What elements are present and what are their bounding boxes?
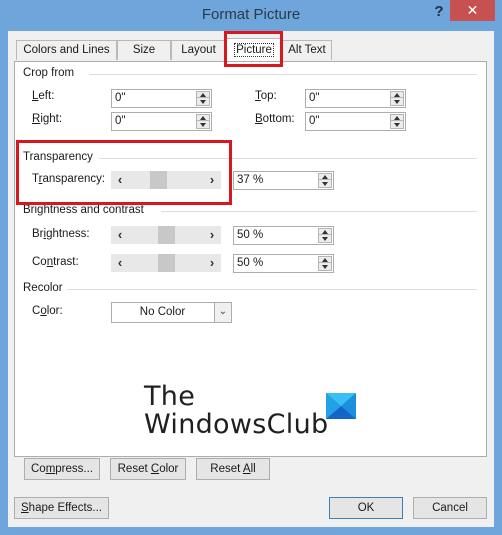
chevron-right-icon[interactable]: › <box>205 171 219 189</box>
arrow-up-icon <box>322 258 328 262</box>
recolor-divider <box>67 289 477 290</box>
spin-down-button[interactable] <box>319 236 331 242</box>
spin-up-button[interactable] <box>197 115 209 121</box>
spin-up-button[interactable] <box>391 92 403 98</box>
picture-tab-panel: Crop from Left: 0" Right: 0" Top: 0" Bot… <box>14 61 487 480</box>
recolor-group-label: Recolor <box>23 282 63 294</box>
arrow-down-icon <box>322 237 328 241</box>
transparency-slider[interactable]: ‹ › <box>111 171 221 189</box>
dialog-title: Format Picture <box>201 6 301 23</box>
chevron-left-icon[interactable]: ‹ <box>113 226 127 244</box>
transparency-group-label: Transparency <box>23 151 93 163</box>
spin-down-button[interactable] <box>319 264 331 270</box>
spin-up-button[interactable] <box>319 229 331 235</box>
arrow-up-icon <box>322 230 328 234</box>
brightness-contrast-group-label: Brightness and contrast <box>23 204 144 216</box>
windows-logo-icon <box>326 393 356 419</box>
arrow-down-icon <box>200 123 206 127</box>
arrow-down-icon <box>322 265 328 269</box>
arrow-up-icon <box>394 116 400 120</box>
spin-down-button[interactable] <box>391 99 403 105</box>
crop-bottom-input[interactable]: 0" <box>305 112 406 131</box>
close-button[interactable]: ✕ <box>450 0 495 21</box>
tab-picture[interactable]: Picture <box>226 38 282 61</box>
brightness-label: Brightness: <box>32 228 90 240</box>
chevron-left-icon[interactable]: ‹ <box>113 254 127 272</box>
spin-down-button[interactable] <box>391 122 403 128</box>
arrow-up-icon <box>200 93 206 97</box>
crop-top-input[interactable]: 0" <box>305 89 406 108</box>
help-button[interactable]: ? <box>428 2 450 22</box>
spin-down-button[interactable] <box>197 99 209 105</box>
arrow-up-icon <box>322 175 328 179</box>
arrow-down-icon <box>394 123 400 127</box>
ok-button[interactable]: OK <box>329 497 403 519</box>
arrow-down-icon <box>200 100 206 104</box>
arrow-down-icon <box>394 100 400 104</box>
arrow-down-icon <box>322 182 328 186</box>
spin-up-button[interactable] <box>319 174 331 180</box>
crop-right-input[interactable]: 0" <box>111 112 212 131</box>
arrow-up-icon <box>200 116 206 120</box>
color-dropdown[interactable]: No Color ⌄ <box>111 302 232 323</box>
right-label: Right: <box>32 113 63 125</box>
reset-all-button[interactable]: Reset All <box>196 458 270 480</box>
tab-layout[interactable]: Layout <box>171 40 226 60</box>
spin-down-button[interactable] <box>319 181 331 187</box>
spin-up-button[interactable] <box>197 92 209 98</box>
brightness-slider-thumb[interactable] <box>157 226 175 244</box>
title-bar: Format Picture ? ✕ <box>0 0 502 30</box>
contrast-slider[interactable]: ‹ › <box>111 254 221 272</box>
contrast-label: Contrast: <box>32 256 79 268</box>
compress-button[interactable]: Compress... <box>24 458 100 480</box>
format-picture-dialog: Format Picture ? ✕ Colors and Lines Size… <box>0 0 502 535</box>
crop-left-input[interactable]: 0" <box>111 89 212 108</box>
chevron-right-icon[interactable]: › <box>205 226 219 244</box>
transparency-slider-thumb[interactable] <box>150 171 168 189</box>
brightness-input[interactable]: 50 % <box>233 226 334 245</box>
chevron-right-icon[interactable]: › <box>205 254 219 272</box>
contrast-input[interactable]: 50 % <box>233 254 334 273</box>
cancel-button[interactable]: Cancel <box>413 497 487 519</box>
top-label: Top: <box>255 90 277 102</box>
tab-size[interactable]: Size <box>117 40 171 60</box>
crop-divider <box>89 74 477 75</box>
tab-alt-text[interactable]: Alt Text <box>282 40 332 60</box>
shape-effects-button[interactable]: Shape Effects... <box>14 497 109 519</box>
spin-up-button[interactable] <box>391 115 403 121</box>
bottom-label: Bottom: <box>255 113 295 125</box>
transparency-label: Transparency: <box>32 173 106 185</box>
tab-colors-and-lines[interactable]: Colors and Lines <box>16 40 117 60</box>
thewindowsclub-logo: The WindowsClub <box>144 383 364 443</box>
close-icon: ✕ <box>466 2 479 18</box>
brightness-contrast-divider <box>161 211 477 212</box>
contrast-slider-thumb[interactable] <box>157 254 175 272</box>
chevron-left-icon[interactable]: ‹ <box>113 171 127 189</box>
spin-down-button[interactable] <box>197 122 209 128</box>
transparency-input[interactable]: 37 % <box>233 171 334 190</box>
dialog-body: Colors and Lines Size Layout Picture Alt… <box>8 31 494 527</box>
crop-group-label: Crop from <box>23 67 75 79</box>
transparency-divider <box>99 158 477 159</box>
chevron-down-icon[interactable]: ⌄ <box>214 303 231 322</box>
arrow-up-icon <box>394 93 400 97</box>
spin-up-button[interactable] <box>319 257 331 263</box>
reset-color-button[interactable]: Reset Color <box>110 458 186 480</box>
brightness-slider[interactable]: ‹ › <box>111 226 221 244</box>
left-label: Left: <box>32 90 55 102</box>
color-label: Color: <box>32 305 63 317</box>
